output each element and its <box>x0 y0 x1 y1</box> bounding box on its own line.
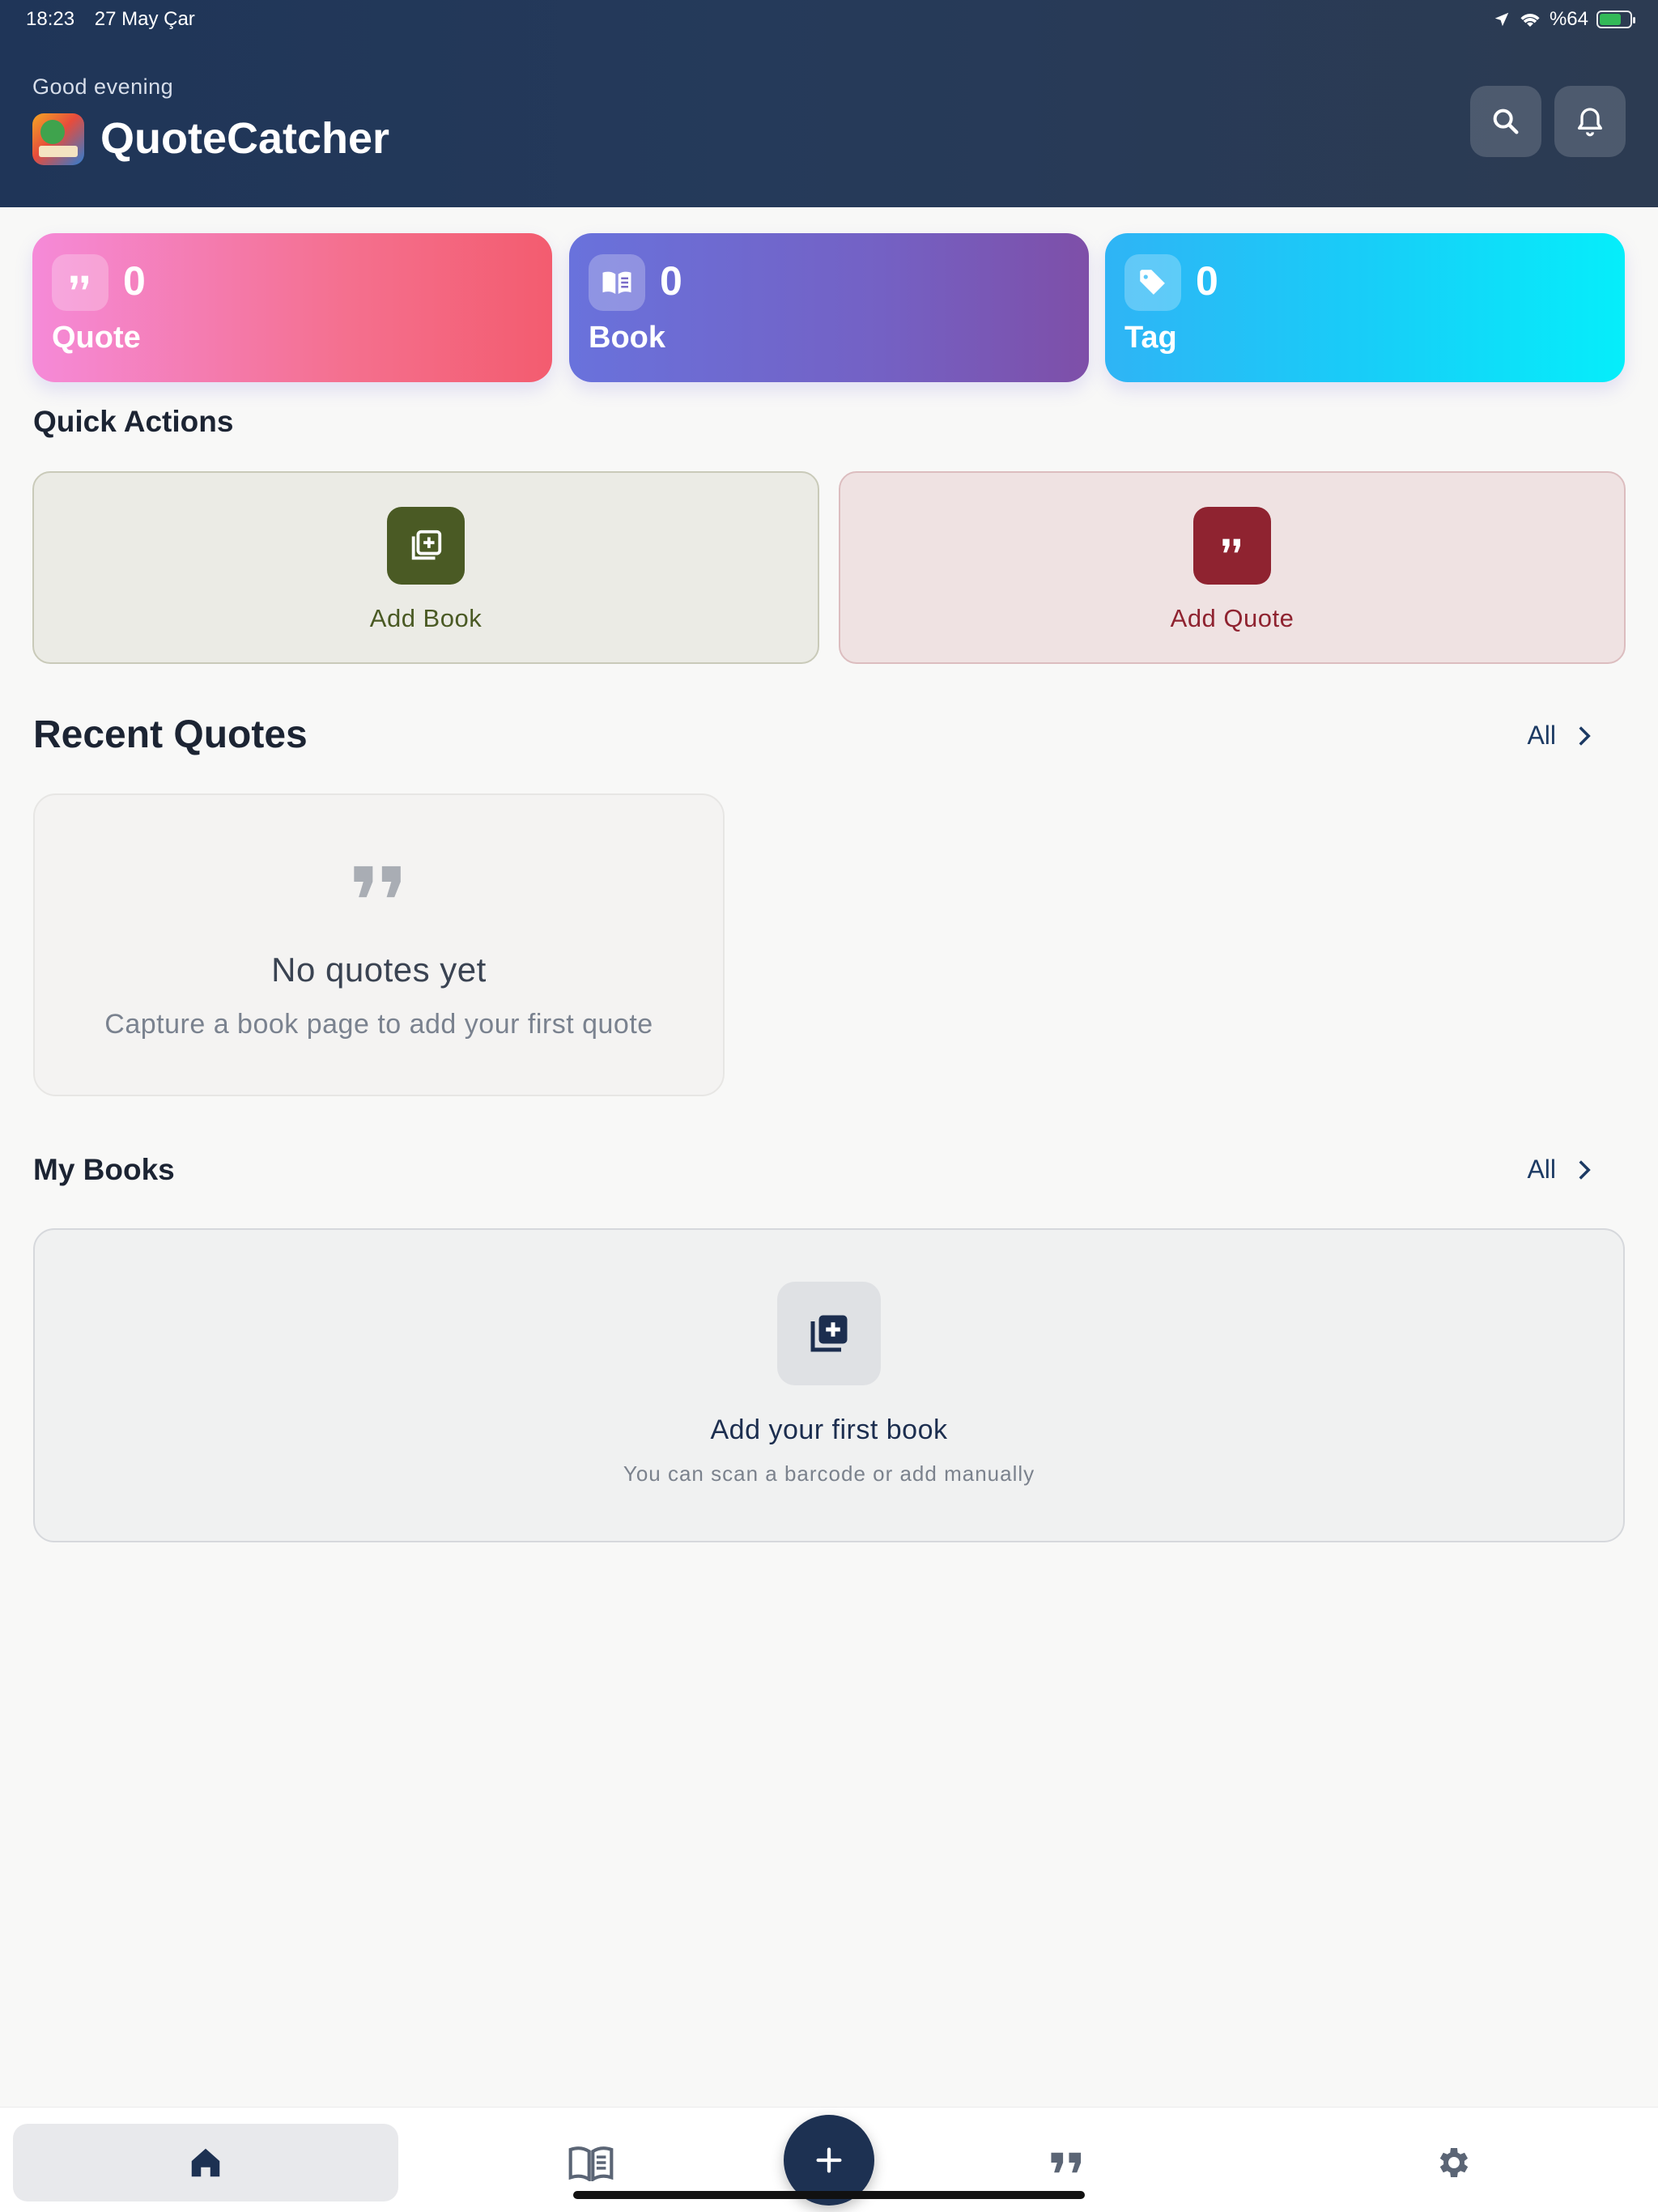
add-quote-label: Add Quote <box>1170 604 1295 632</box>
add-first-book-title: Add your first book <box>710 1414 948 1445</box>
recent-quotes-all-link[interactable]: All <box>1527 721 1593 751</box>
notifications-button[interactable] <box>1554 86 1626 157</box>
location-icon <box>1494 12 1509 27</box>
quote-count: 0 <box>123 258 146 304</box>
add-quote-button[interactable]: Add Quote <box>839 471 1626 664</box>
greeting-text: Good evening <box>32 74 174 99</box>
tab-quotes[interactable] <box>1010 2124 1124 2201</box>
add-first-book-subtitle: You can scan a barcode or add manually <box>623 1461 1035 1486</box>
app-logo <box>32 113 84 165</box>
status-time: 18:23 <box>26 8 75 30</box>
status-bar: 18:23 27 May Çar %64 <box>26 8 1635 31</box>
add-library-icon <box>387 507 465 585</box>
app-header: 18:23 27 May Çar %64 Good evening QuoteC… <box>0 0 1658 207</box>
all-label: All <box>1527 721 1556 750</box>
add-first-book-card[interactable]: Add your first book You can scan a barco… <box>33 1228 1625 1542</box>
tag-count: 0 <box>1196 258 1218 304</box>
gear-icon <box>1439 2148 1469 2177</box>
empty-quotes-title: No quotes yet <box>271 951 487 989</box>
tag-label: Tag <box>1124 321 1177 355</box>
wifi-icon <box>1520 14 1540 27</box>
quote-icon <box>1051 2152 1082 2173</box>
bell-icon <box>1578 108 1602 137</box>
quote-icon <box>1193 507 1271 585</box>
search-button[interactable] <box>1470 86 1541 157</box>
quote-icon <box>52 254 108 311</box>
tab-home[interactable] <box>13 2124 398 2201</box>
add-book-button[interactable]: Add Book <box>32 471 819 664</box>
status-date: 27 May Çar <box>94 8 195 30</box>
tag-icon <box>1124 254 1181 311</box>
book-count: 0 <box>660 258 682 304</box>
quote-label: Quote <box>52 321 141 355</box>
home-indicator <box>573 2191 1085 2199</box>
battery-icon <box>1596 11 1635 28</box>
home-icon <box>191 2148 220 2177</box>
add-book-label: Add Book <box>369 604 483 632</box>
battery-percent: %64 <box>1549 8 1588 30</box>
book-label: Book <box>589 321 665 355</box>
quick-actions-title: Quick Actions <box>33 405 234 438</box>
tab-settings[interactable] <box>1396 2124 1509 2201</box>
chevron-right-icon <box>1579 725 1591 746</box>
plus-icon <box>816 2147 842 2173</box>
stat-card-books[interactable]: 0 Book <box>569 233 1089 382</box>
empty-quotes-subtitle: Capture a book page to add your first qu… <box>104 1009 653 1040</box>
my-books-title: My Books <box>33 1153 175 1186</box>
app-title: QuoteCatcher <box>100 114 390 163</box>
stat-card-tags[interactable]: 0 Tag <box>1105 233 1625 382</box>
book-icon <box>589 254 645 311</box>
quote-icon <box>354 866 401 898</box>
book-icon <box>568 2146 614 2181</box>
stat-card-quotes[interactable]: 0 Quote <box>32 233 552 382</box>
my-books-all-link[interactable]: All <box>1527 1155 1593 1185</box>
chevron-right-icon <box>1579 1159 1591 1180</box>
all-label: All <box>1527 1155 1556 1184</box>
empty-quotes-card: No quotes yet Capture a book page to add… <box>33 793 725 1096</box>
recent-quotes-title: Recent Quotes <box>33 713 308 756</box>
search-icon <box>1493 108 1519 134</box>
add-library-icon <box>777 1282 881 1385</box>
tab-books[interactable] <box>534 2124 648 2201</box>
